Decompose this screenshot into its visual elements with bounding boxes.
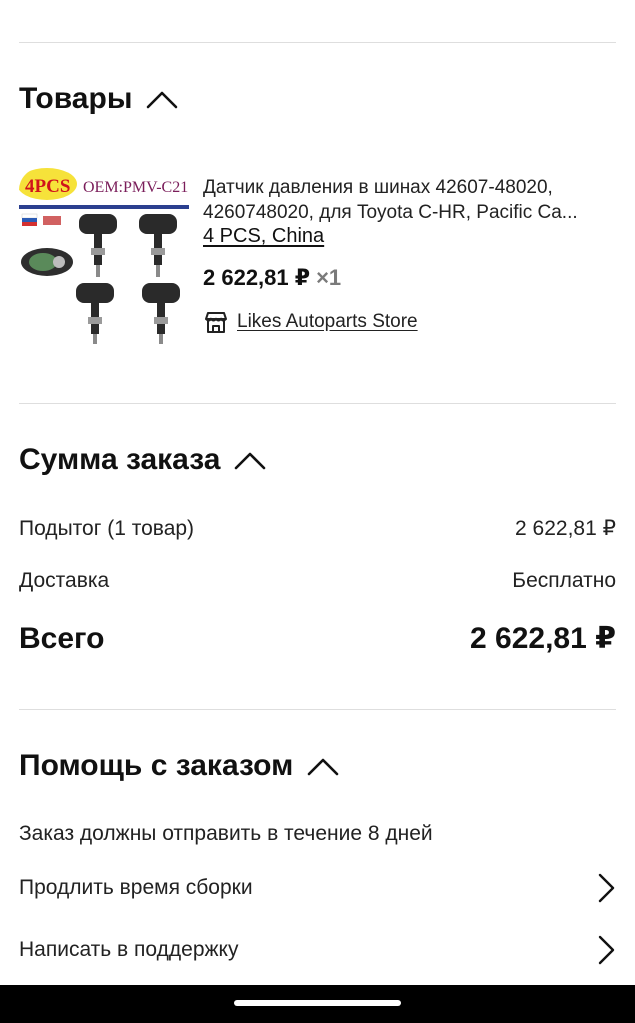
product-title[interactable]: Датчик давления в шинах 42607-48020, 426… [203,175,623,225]
chevron-up-icon [307,758,339,776]
product-image-oem: OEM:PMV-C21 [83,179,188,196]
divider-summary [19,709,616,710]
product-item[interactable]: 4PCS OEM:PMV-C21 Датчик давления в шинах… [19,168,619,348]
contact-support-label: Написать в поддержку [19,938,239,961]
product-price: 2 622,81 ₽ [203,265,311,290]
contact-support-link[interactable]: Написать в поддержку [19,930,616,970]
help-section-title: Помощь с заказом [19,749,294,782]
order-details-page: Товары 4PCS OEM:PMV-C21 Датчик давления … [0,0,635,1023]
store-name: Likes Autoparts Store [237,311,418,332]
divider-products [19,403,616,404]
extend-assembly-time-label: Продлить время сборки [19,876,253,899]
summary-section-toggle[interactable]: Сумма заказа [19,443,266,477]
product-variant-link[interactable]: 4 PCS, China [203,225,324,248]
chevron-right-icon [598,935,615,965]
system-home-bar [0,985,635,1023]
home-indicator[interactable] [234,1000,401,1006]
product-title-line-1: Датчик давления в шинах 42607-48020, [203,177,553,198]
total-value: 2 622,81 ₽ [470,622,616,655]
summary-section-title: Сумма заказа [19,443,221,476]
product-price-row: 2 622,81 ₽ ×1 [203,265,341,291]
total-label: Всего [19,621,105,655]
chevron-right-icon [598,873,615,903]
products-section-toggle[interactable]: Товары [19,82,178,116]
subtotal-label: Подытог (1 товар) [19,516,195,540]
shipping-deadline-note: Заказ должны отправить в течение 8 дней [19,822,433,845]
product-title-line-2: 4260748020, для Toyota C-HR, Pacific Ca.… [203,202,578,223]
extend-assembly-time-link[interactable]: Продлить время сборки [19,868,616,908]
store-link[interactable]: Likes Autoparts Store [203,310,418,334]
product-image[interactable]: 4PCS OEM:PMV-C21 [19,168,189,346]
chevron-up-icon [235,452,266,470]
product-quantity: ×1 [316,265,342,290]
products-section-title: Товары [19,82,133,115]
divider-top [19,42,616,43]
chevron-up-icon [147,91,178,109]
subtotal-row: Подытог (1 товар) 2 622,81 ₽ [19,516,616,541]
help-section-toggle[interactable]: Помощь с заказом [19,749,339,783]
delivery-row: Доставка Бесплатно [19,569,616,593]
store-icon [205,312,227,333]
delivery-label: Доставка [19,569,110,592]
delivery-value: Бесплатно [512,569,616,592]
product-image-badge: 4PCS [25,176,70,197]
subtotal-value: 2 622,81 ₽ [515,517,616,540]
total-row: Всего 2 622,81 ₽ [19,621,616,656]
